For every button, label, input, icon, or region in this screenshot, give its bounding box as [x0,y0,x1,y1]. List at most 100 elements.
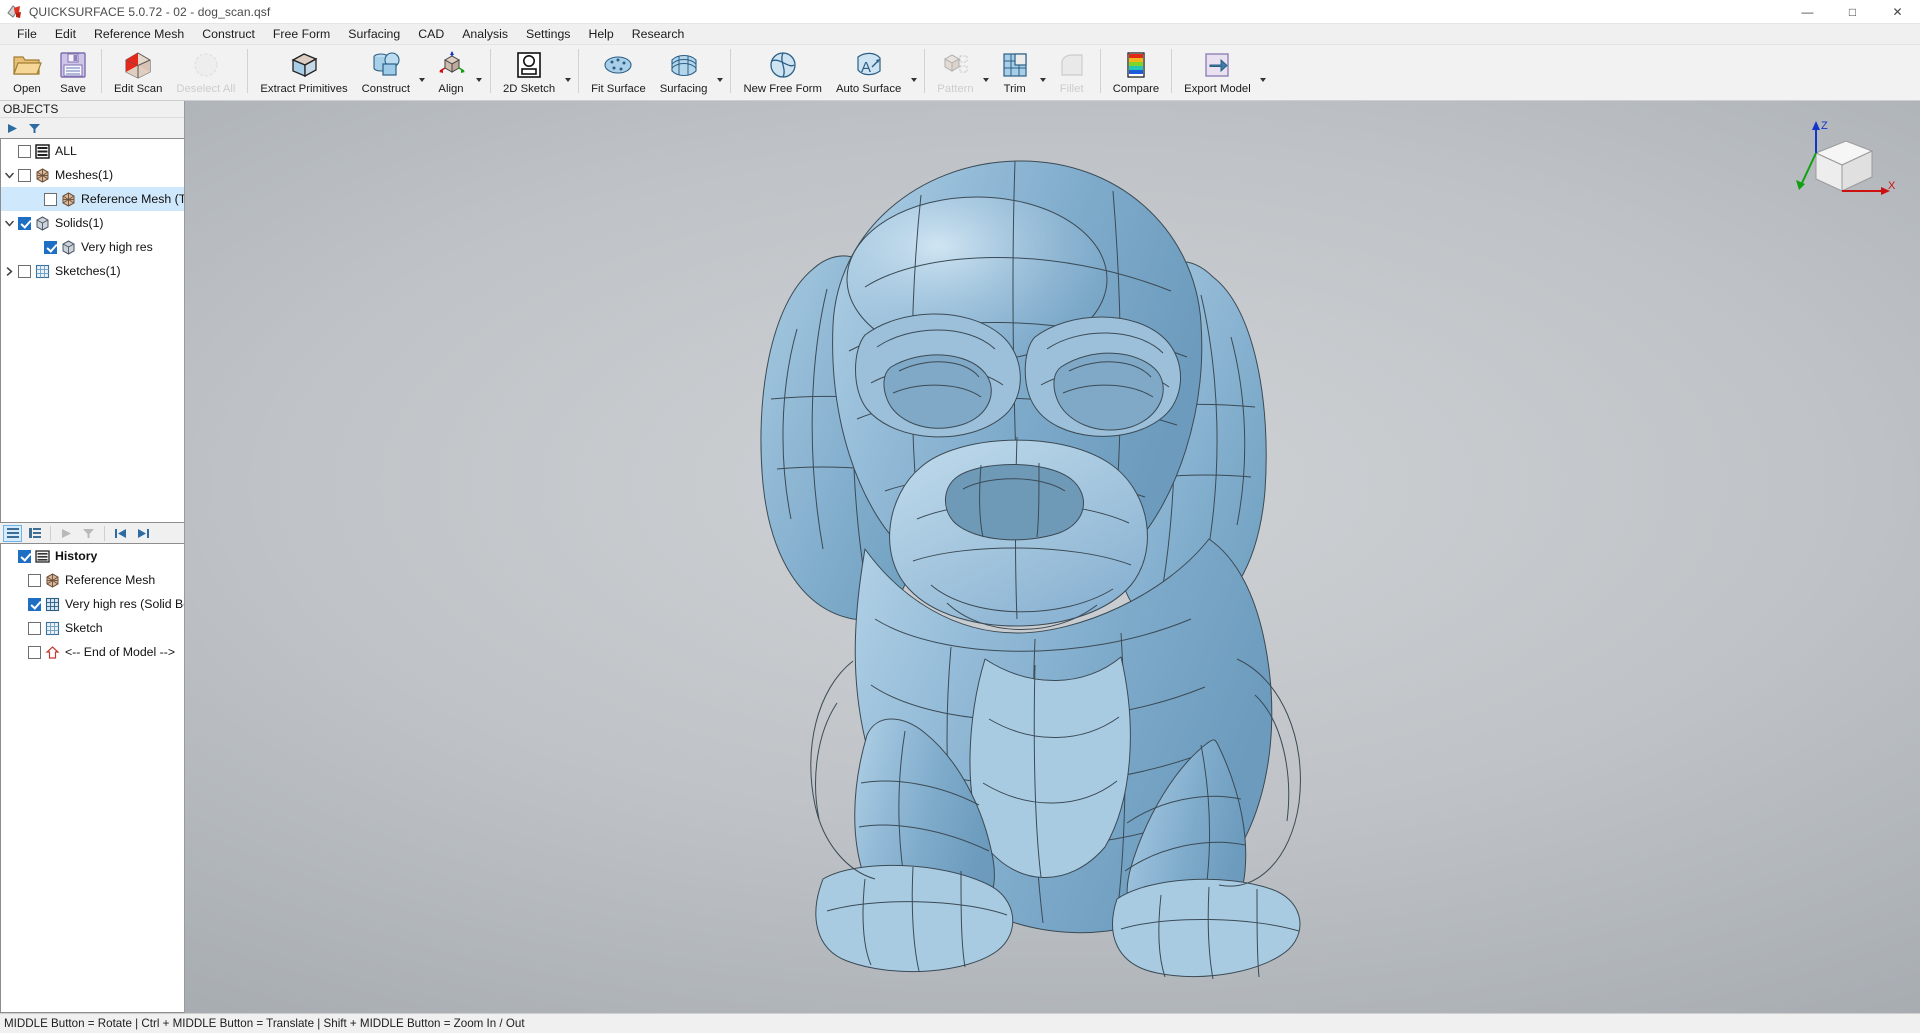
end-of-model-icon [44,644,61,661]
toolbar-button-fillet: Fillet [1049,45,1095,98]
align-icon [435,49,467,81]
toolbar-button-extract-primitives[interactable]: Extract Primitives [253,45,354,98]
toolbar-button-save[interactable]: Save [50,45,96,98]
toolbar-dropdown-construct-chevron-down-icon[interactable] [417,45,428,98]
minimize-button[interactable]: — [1785,0,1830,24]
toolbar-button-export-model[interactable]: Export Model [1177,45,1258,98]
menu-item-edit[interactable]: Edit [46,25,85,43]
history-tree-node-end-of-model[interactable]: <-- End of Model --> [1,640,184,664]
menu-item-settings[interactable]: Settings [517,25,579,43]
pattern-icon [939,49,971,81]
objects-tree-node-reference-mesh-t[interactable]: Reference Mesh (T) [1,187,184,211]
tree-view-button[interactable] [25,525,44,542]
toolbar-button-compare[interactable]: Compare [1106,45,1166,98]
solid-body-icon [44,596,61,613]
maximize-button[interactable]: □ [1830,0,1875,24]
history-tree-node-very-high-res-solid-body[interactable]: Very high res (Solid Body) [1,592,184,616]
toolbar-button-fit-surface[interactable]: Fit Surface [584,45,653,98]
visibility-checkbox[interactable] [28,645,41,659]
chevron-down-icon[interactable] [1,163,18,187]
toolbar-dropdown-2d-sketch-chevron-down-icon[interactable] [562,45,573,98]
menu-item-free-form[interactable]: Free Form [264,25,339,43]
dog-scan-model[interactable] [565,101,1765,979]
visibility-checkbox[interactable] [28,573,41,587]
step-filter-button[interactable] [79,525,98,542]
toolbar-button-surfacing[interactable]: Surfacing [653,45,715,98]
chevron-down-icon[interactable] [1,211,18,235]
objects-tree-node-very-high-res[interactable]: Very high res [1,235,184,259]
toolbar-button-open[interactable]: Open [4,45,50,98]
menu-item-construct[interactable]: Construct [193,25,264,43]
toolbar-group-7: Compare [1106,45,1166,101]
menu-item-reference-mesh[interactable]: Reference Mesh [85,25,193,43]
objects-tree-node-sketches-1[interactable]: Sketches(1) [1,259,184,283]
toolbar-button-auto-surface[interactable]: A Auto Surface [829,45,908,98]
menu-item-help[interactable]: Help [579,25,622,43]
objects-tree[interactable]: ALL Meshes(1) Reference Mesh (T) Solids(… [0,138,184,523]
visibility-checkbox[interactable] [18,549,31,563]
mesh-icon [60,191,77,208]
toolbar-dropdown-surfacing-chevron-down-icon[interactable] [714,45,725,98]
mesh-icon [34,167,51,184]
forward-end-button[interactable] [133,525,152,542]
step-play-button[interactable] [57,525,76,542]
visibility-checkbox[interactable] [18,216,31,230]
toolbar-button-edit-scan[interactable]: Edit Scan [107,45,169,98]
objects-panel-toolbar [0,118,184,138]
tree-twisty-spacer [11,568,28,592]
toolbar-separator-4 [578,49,580,93]
surfacing-icon [668,49,700,81]
objects-tree-node-meshes-1[interactable]: Meshes(1) [1,163,184,187]
all-layers-icon [34,143,51,160]
visibility-checkbox[interactable] [28,621,41,635]
toolbar-dropdown-auto-surface-chevron-down-icon[interactable] [908,45,919,98]
chevron-right-icon[interactable] [1,259,18,283]
objects-tree-node-solids-1[interactable]: Solids(1) [1,211,184,235]
filter-objects-button[interactable] [25,120,44,137]
visibility-checkbox[interactable] [18,264,31,278]
list-view-button[interactable] [3,524,22,542]
toolbar-button-new-free-form[interactable]: New Free Form [736,45,828,98]
history-tree-node-history[interactable]: History [1,544,184,568]
toolbar-button-2d-sketch[interactable]: 2D Sketch [496,45,562,98]
toolbar-dropdown-align-chevron-down-icon[interactable] [474,45,485,98]
left-dock: OBJECTS ALL Meshes(1) Reference Mesh (T)… [0,101,185,1013]
history-tree-node-sketch[interactable]: Sketch [1,616,184,640]
close-button[interactable]: ✕ [1875,0,1920,24]
show-objects-button[interactable] [3,120,22,137]
objects-tree-node-all[interactable]: ALL [1,139,184,163]
visibility-checkbox[interactable] [18,144,31,158]
menu-item-analysis[interactable]: Analysis [453,25,517,43]
export-model-icon [1201,49,1233,81]
menu-item-file[interactable]: File [8,25,46,43]
menu-item-cad[interactable]: CAD [409,25,453,43]
save-floppy-icon [57,49,89,81]
axis-triad-viewcube[interactable]: Z X [1788,117,1898,217]
toolbar-button-align[interactable]: Align [428,45,474,98]
toolbar-separator-6 [924,49,926,93]
toolbar-dropdown-export-model-chevron-down-icon[interactable] [1258,45,1269,98]
menu-item-surfacing[interactable]: Surfacing [339,25,409,43]
history-tree[interactable]: History Reference Mesh Very high res (So… [0,543,184,1013]
rewind-start-button[interactable] [111,525,130,542]
toolbar-dropdown-pattern-chevron-down-icon[interactable] [981,45,992,98]
toolbar-button-construct[interactable]: Construct [355,45,417,98]
tree-twisty-spacer [1,544,18,568]
3d-viewport[interactable]: Z X [185,101,1920,1013]
history-tree-node-reference-mesh[interactable]: Reference Mesh [1,568,184,592]
history-toolbar-divider-1 [50,525,51,541]
tree-twisty-spacer [11,592,28,616]
quicksurface-logo-icon [6,4,22,20]
toolbar-button-deselect-all: Deselect All [169,45,242,98]
open-folder-icon [11,49,43,81]
history-panel-toolbar [0,523,184,543]
toolbar-dropdown-trim-chevron-down-icon[interactable] [1038,45,1049,98]
menu-item-research[interactable]: Research [623,25,694,43]
visibility-checkbox[interactable] [44,240,57,254]
extract-primitives-icon [288,49,320,81]
visibility-checkbox[interactable] [44,192,57,206]
toolbar-button-trim[interactable]: Trim [992,45,1038,98]
visibility-checkbox[interactable] [18,168,31,182]
visibility-checkbox[interactable] [28,597,41,611]
toolbar-group-4: Fit Surface Surfacing [584,45,725,101]
